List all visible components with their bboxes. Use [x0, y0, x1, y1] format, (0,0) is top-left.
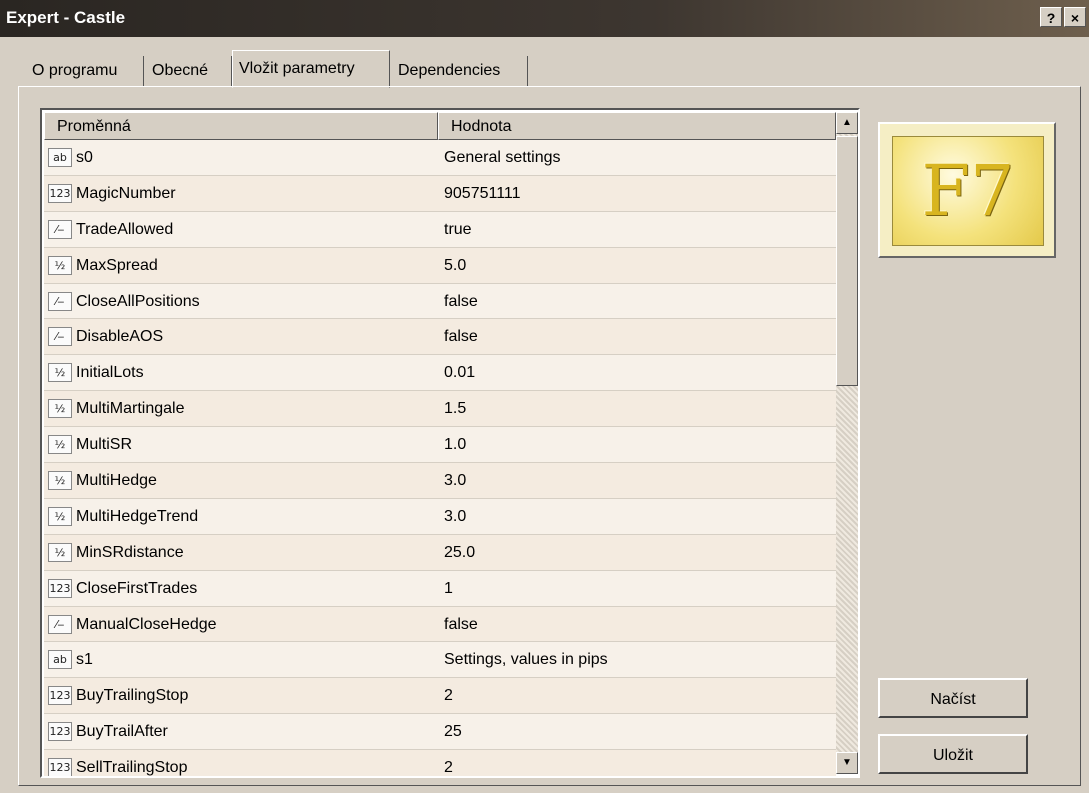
parameter-name: MinSRdistance — [76, 543, 184, 561]
parameter-name: MultiSR — [76, 436, 133, 454]
tab-obecne[interactable]: Obecné — [146, 56, 232, 86]
table-row[interactable]: ½ MultiSR 1.0 — [44, 427, 836, 464]
parameter-name: MultiHedge — [76, 472, 157, 490]
parameter-value[interactable]: 1.0 — [444, 427, 466, 462]
parameter-name: MultiHedgeTrend — [76, 507, 199, 525]
parameters-grid[interactable]: Proměnná Hodnota ab s0 General settings 123… — [40, 108, 860, 778]
double-type-icon: ½ — [48, 363, 72, 383]
parameter-value[interactable]: 25 — [444, 714, 462, 749]
integer-type-icon: 123 — [48, 578, 72, 598]
table-row[interactable]: ½ MultiHedgeTrend 3.0 — [44, 498, 836, 535]
grid-header: Proměnná Hodnota — [44, 112, 836, 140]
table-row[interactable]: ⁄‒ CloseAllPositions false — [44, 283, 836, 320]
parameter-value[interactable]: 25.0 — [444, 535, 475, 570]
parameter-value[interactable]: 5.0 — [444, 248, 466, 283]
grid-rows: ab s0 General settings 123 MagicNumber 905751… — [44, 140, 836, 777]
string-type-icon: ab — [48, 148, 72, 167]
double-type-icon: ½ — [48, 435, 72, 455]
tab-dependencies[interactable]: Dependencies — [392, 56, 528, 86]
table-row[interactable]: 123 BuyTrailAfter 25 — [44, 714, 836, 751]
double-type-icon: ½ — [48, 399, 72, 419]
table-row[interactable]: ½ InitialLots 0.01 — [44, 355, 836, 392]
integer-type-icon: 123 — [48, 183, 72, 203]
column-header-value[interactable]: Hodnota — [438, 112, 836, 140]
parameter-value[interactable]: false — [444, 607, 478, 642]
table-row[interactable]: ½ MinSRdistance 25.0 — [44, 534, 836, 571]
boolean-type-icon: ⁄‒ — [48, 327, 72, 347]
parameter-name: CloseFirstTrades — [76, 579, 198, 597]
close-button[interactable]: × — [1064, 7, 1086, 27]
parameter-name: MultiMartingale — [76, 400, 185, 418]
parameter-name: s1 — [76, 651, 93, 669]
table-row[interactable]: 123 CloseFirstTrades 1 — [44, 570, 836, 607]
integer-type-icon: 123 — [48, 686, 72, 706]
parameter-value[interactable]: 3.0 — [444, 499, 466, 534]
parameter-name: InitialLots — [76, 364, 144, 382]
tab-vlozit-parametry[interactable]: Vložit parametry — [232, 50, 390, 88]
help-button[interactable]: ? — [1040, 7, 1062, 27]
table-row[interactable]: ⁄‒ DisableAOS false — [44, 319, 836, 356]
table-row[interactable]: ab s0 General settings — [44, 140, 836, 176]
table-row[interactable]: 123 SellTrailingStop 2 — [44, 750, 836, 777]
parameter-value[interactable]: 2 — [444, 750, 453, 776]
integer-type-icon: 123 — [48, 722, 72, 742]
load-button[interactable]: Načíst — [878, 678, 1028, 718]
table-row[interactable]: ab s1 Settings, values in pips — [44, 642, 836, 679]
parameter-value[interactable]: 1.5 — [444, 391, 466, 426]
parameter-name: BuyTrailingStop — [76, 687, 189, 705]
window-title: Expert - Castle — [6, 8, 126, 27]
parameter-value[interactable]: true — [444, 212, 472, 247]
table-row[interactable]: ⁄‒ ManualCloseHedge false — [44, 606, 836, 643]
parameter-value[interactable]: 3.0 — [444, 463, 466, 498]
logo-f7-text: F7 — [892, 136, 1044, 246]
expert-logo: F7 — [878, 122, 1056, 258]
parameter-name: TradeAllowed — [76, 220, 174, 238]
parameter-name: CloseAllPositions — [76, 292, 200, 310]
parameter-value[interactable]: General settings — [444, 140, 561, 175]
double-type-icon: ½ — [48, 255, 72, 275]
table-row[interactable]: 123 BuyTrailingStop 2 — [44, 678, 836, 715]
table-row[interactable]: ½ MultiHedge 3.0 — [44, 463, 836, 499]
boolean-type-icon: ⁄‒ — [48, 614, 72, 634]
scroll-thumb[interactable] — [836, 136, 858, 386]
scroll-up-button[interactable]: ▲ — [836, 112, 858, 134]
parameter-name: s0 — [76, 149, 93, 166]
save-button[interactable]: Uložit — [878, 734, 1028, 774]
table-row[interactable]: ½ MultiMartingale 1.5 — [44, 391, 836, 428]
table-row[interactable]: 123 MagicNumber 905751111 — [44, 175, 836, 212]
parameter-value[interactable]: false — [444, 319, 478, 354]
parameter-value[interactable]: 905751111 — [444, 176, 521, 211]
integer-type-icon: 123 — [48, 758, 72, 776]
double-type-icon: ½ — [48, 542, 72, 562]
expert-properties-dialog: Expert - Castle ? × O programu Obecné Vl… — [0, 0, 1089, 793]
boolean-type-icon: ⁄‒ — [48, 291, 72, 311]
column-header-variable[interactable]: Proměnná — [44, 112, 438, 140]
parameter-name: ManualCloseHedge — [76, 615, 217, 633]
parameter-value[interactable]: false — [444, 284, 478, 319]
parameter-name: MaxSpread — [76, 256, 158, 274]
parameter-value[interactable]: Settings, values in pips — [444, 642, 608, 677]
parameter-name: BuyTrailAfter — [76, 723, 168, 741]
parameter-name: DisableAOS — [76, 328, 164, 346]
vertical-scrollbar[interactable]: ▲ ▼ — [836, 112, 858, 774]
parameter-value[interactable]: 2 — [444, 678, 453, 713]
table-row[interactable]: ⁄‒ TradeAllowed true — [44, 211, 836, 248]
boolean-type-icon: ⁄‒ — [48, 219, 72, 239]
tab-o-programu[interactable]: O programu — [26, 56, 144, 86]
scroll-down-button[interactable]: ▼ — [836, 752, 858, 774]
parameter-name: MagicNumber — [76, 184, 176, 202]
parameter-value[interactable]: 0.01 — [444, 355, 475, 390]
table-row[interactable]: ½ MaxSpread 5.0 — [44, 247, 836, 284]
parameter-value[interactable]: 1 — [444, 571, 453, 606]
parameter-name: SellTrailingStop — [76, 759, 188, 777]
double-type-icon: ½ — [48, 506, 72, 526]
double-type-icon: ½ — [48, 471, 72, 491]
title-bar: Expert - Castle ? × — [0, 0, 1089, 37]
string-type-icon: ab — [48, 650, 72, 670]
